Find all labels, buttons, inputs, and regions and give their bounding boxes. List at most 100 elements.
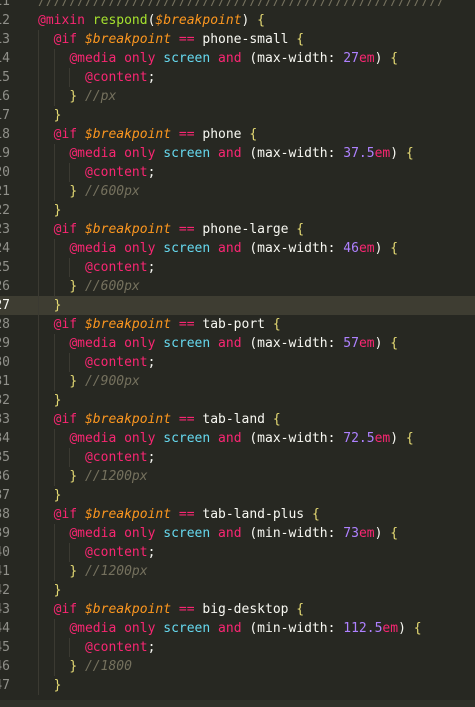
code-line[interactable]: 16 } //px — [0, 87, 475, 106]
code-token: 72.5 — [343, 431, 375, 446]
code-line[interactable]: 38 @if $breakpoint == tab-land-plus { — [0, 505, 475, 524]
code-text: } — [38, 581, 62, 600]
code-line[interactable]: 19 @media only screen and (max-width: 37… — [0, 144, 475, 163]
code-line[interactable]: 14 @media only screen and (max-width: 27… — [0, 49, 475, 68]
line-number: 32 — [0, 393, 10, 408]
line-number: 14 — [0, 51, 10, 66]
code-line[interactable]: 23 @if $breakpoint == phone-large { — [0, 220, 475, 239]
code-line[interactable]: 18 @if $breakpoint == phone { — [0, 125, 475, 144]
code-text: } //1200px — [38, 467, 147, 486]
code-line[interactable]: 26 } //600px — [0, 277, 475, 296]
line-number: 43 — [0, 602, 10, 617]
code-token: ) — [390, 431, 406, 446]
code-line[interactable]: 27 } — [0, 296, 475, 315]
code-line[interactable]: 44 @media only screen and (min-width: 11… — [0, 619, 475, 638]
code-line[interactable]: 36 } //1200px — [0, 467, 475, 486]
code-token: { — [405, 431, 414, 446]
code-line[interactable]: 21 } //600px — [0, 182, 475, 201]
code-line[interactable]: 33 @if $breakpoint == tab-land { — [0, 410, 475, 429]
line-number: 37 — [0, 488, 10, 503]
code-line[interactable]: 31 } //900px — [0, 372, 475, 391]
code-token: $breakpoint — [84, 507, 172, 522]
code-token: } — [53, 678, 62, 693]
code-line[interactable]: 13 @if $breakpoint == phone-small { — [0, 30, 475, 49]
code-token: em — [358, 526, 375, 541]
code-token: @media — [69, 526, 125, 541]
code-line[interactable]: 37 } — [0, 486, 475, 505]
code-line[interactable]: 35 @content; — [0, 448, 475, 467]
code-token: @media — [69, 51, 125, 66]
code-text: } //1200px — [38, 562, 147, 581]
code-token: //600px — [84, 279, 140, 294]
code-line[interactable]: 15 @content; — [0, 68, 475, 87]
code-line[interactable]: 34 @media only screen and (max-width: 72… — [0, 429, 475, 448]
code-line[interactable]: 28 @if $breakpoint == tab-port { — [0, 315, 475, 334]
code-editor[interactable]: 11 //////////////////////////////////////… — [0, 0, 475, 707]
code-line[interactable]: 39 @media only screen and (min-width: 73… — [0, 524, 475, 543]
code-token: } — [69, 184, 85, 199]
code-line[interactable]: 30 @content; — [0, 353, 475, 372]
code-token: and — [218, 621, 250, 636]
code-line[interactable]: 12 @mixin respond($breakpoint) { — [0, 11, 475, 30]
code-token: @mixin — [38, 13, 93, 28]
code-token: { — [272, 317, 281, 332]
code-line[interactable]: 20 @content; — [0, 163, 475, 182]
code-token: @content — [84, 70, 148, 85]
code-token: 27 — [343, 51, 359, 66]
code-token: ) — [374, 241, 391, 256]
code-text: } //px — [38, 87, 116, 106]
line-number: 36 — [0, 469, 10, 484]
code-line[interactable]: 46 } //1800 — [0, 657, 475, 676]
code-line[interactable]: 47 } — [0, 676, 475, 695]
code-token: //900px — [84, 374, 140, 389]
code-token: em — [358, 51, 375, 66]
code-text: @media only screen and (min-width: 112.5… — [38, 619, 421, 638]
code-token: $breakpoint — [84, 317, 172, 332]
code-line[interactable]: 41 } //1200px — [0, 562, 475, 581]
code-text: } — [38, 486, 62, 505]
code-token: em — [358, 241, 375, 256]
line-number: 20 — [0, 165, 10, 180]
code-token: screen — [163, 241, 219, 256]
code-token: 37.5 — [343, 146, 375, 161]
horizontal-scrollbar[interactable] — [0, 700, 475, 707]
code-line[interactable]: 22 } — [0, 201, 475, 220]
line-number: 40 — [0, 545, 10, 560]
code-text: @content; — [38, 258, 155, 277]
code-token: only — [124, 241, 164, 256]
code-line[interactable]: 32 } — [0, 391, 475, 410]
line-number: 44 — [0, 621, 10, 636]
line-number: 27 — [0, 298, 10, 313]
code-line[interactable]: 45 @content; — [0, 638, 475, 657]
code-text: @media only screen and (max-width: 37.5e… — [38, 144, 413, 163]
code-line[interactable]: 11 //////////////////////////////////////… — [0, 0, 475, 11]
code-token: (max-width: — [249, 431, 344, 446]
code-line[interactable]: 42 } — [0, 581, 475, 600]
code-line[interactable]: 24 @media only screen and (max-width: 46… — [0, 239, 475, 258]
code-line[interactable]: 17 } — [0, 106, 475, 125]
code-text: @if $breakpoint == tab-land { — [38, 410, 281, 429]
code-token: screen — [163, 146, 219, 161]
code-line[interactable]: 43 @if $breakpoint == big-desktop { — [0, 600, 475, 619]
code-lines[interactable]: 11 //////////////////////////////////////… — [0, 0, 475, 695]
code-line[interactable]: 29 @media only screen and (max-width: 57… — [0, 334, 475, 353]
code-token: { — [249, 127, 258, 142]
line-number: 45 — [0, 640, 10, 655]
code-token: ) — [374, 51, 391, 66]
code-token: screen — [163, 621, 219, 636]
code-token: } — [53, 108, 62, 123]
code-token: only — [124, 336, 164, 351]
code-token: { — [390, 51, 399, 66]
code-line[interactable]: 40 @content; — [0, 543, 475, 562]
code-token: and — [218, 51, 250, 66]
code-token: tab-land-plus — [202, 507, 312, 522]
code-line[interactable]: 25 @content; — [0, 258, 475, 277]
